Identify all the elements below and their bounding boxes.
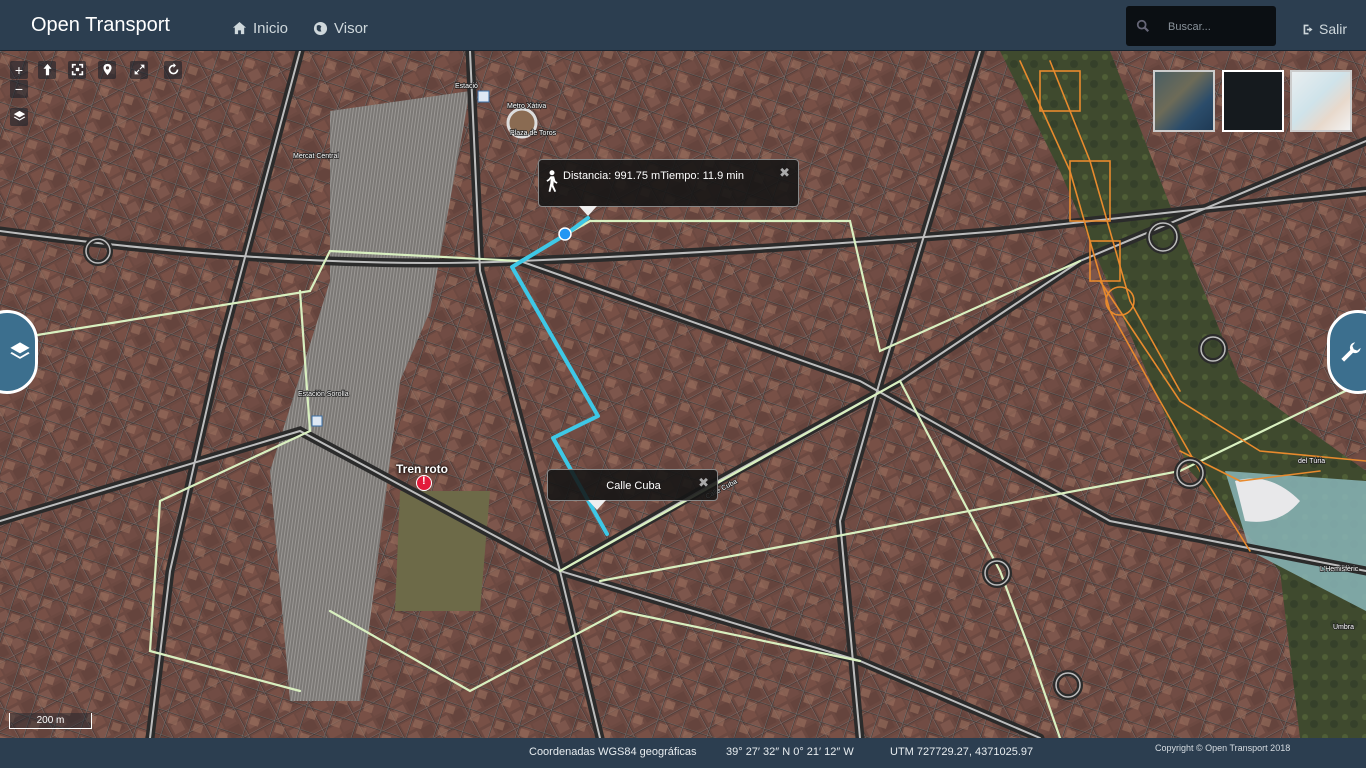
coords-value: 39° 27′ 32″ N 0° 21′ 12″ W — [726, 746, 854, 758]
close-icon[interactable]: ✖ — [698, 475, 709, 491]
street-label-4: Estación Sorolla — [298, 391, 349, 398]
route-info-popup: Distancia: 991.75 mTiempo: 11.9 min ✖ — [538, 159, 799, 216]
logout-label: Salir — [1319, 21, 1348, 37]
satellite-map[interactable]: Estació Metro Xàtiva Plaza de Toros Merc… — [0, 51, 1366, 738]
logout-button[interactable]: Salir — [1302, 21, 1347, 37]
expand-icon — [134, 64, 144, 75]
street-label-8: Umbra — [1333, 624, 1354, 631]
nav-viewer-label: Visor — [334, 20, 368, 37]
baselayer-dark-thumb[interactable] — [1222, 70, 1284, 132]
destination-popup: Calle Cuba ✖ — [547, 469, 718, 510]
street-label-7: L'Hemisfèric — [1320, 566, 1359, 573]
refresh-icon — [168, 63, 178, 75]
layers-icon — [10, 342, 30, 359]
copyright-text: Copyright © Open Transport 2018 — [1155, 743, 1291, 753]
extent-icon — [71, 63, 83, 76]
street-label-0: Estació — [455, 83, 478, 90]
street-label-3: Mercat Central — [293, 153, 339, 160]
home-icon — [232, 21, 247, 35]
close-icon[interactable]: ✖ — [779, 165, 790, 181]
destination-text: Calle Cuba — [606, 480, 661, 492]
layers-toggle-button[interactable] — [10, 108, 28, 126]
walking-person-icon — [546, 170, 558, 192]
tools-panel-tab[interactable] — [1327, 310, 1366, 394]
street-label-2: Plaza de Toros — [510, 130, 557, 137]
street-label-6: del Túria — [1298, 458, 1325, 465]
wrench-icon — [1341, 342, 1361, 362]
utm-value: UTM 727729.27, 4371025.97 — [890, 746, 1034, 758]
search-icon — [1136, 19, 1150, 33]
map-viewport[interactable]: Estació Metro Xàtiva Plaza de Toros Merc… — [0, 51, 1366, 738]
top-navbar: Open Transport Inicio Visor Salir — [0, 0, 1366, 51]
globe-icon — [313, 21, 328, 36]
street-label-1: Metro Xàtiva — [507, 103, 546, 110]
locate-button[interactable] — [98, 61, 116, 79]
incident-label: Tren roto — [396, 462, 449, 476]
search-box — [1126, 6, 1276, 46]
map-marker-icon — [102, 63, 112, 76]
layers-icon — [13, 110, 25, 121]
sign-out-icon — [1303, 24, 1313, 34]
incident-marker[interactable]: ! — [416, 475, 432, 491]
alert-icon: ! — [422, 475, 426, 487]
search-input[interactable] — [1166, 16, 1270, 38]
baselayer-satellite-thumb[interactable] — [1153, 70, 1215, 132]
status-footer: Coordenadas WGS84 geográficas 39° 27′ 32… — [0, 738, 1366, 768]
popup-pointer — [579, 206, 597, 216]
nav-home[interactable]: Inicio — [232, 20, 288, 37]
refresh-button[interactable] — [164, 61, 182, 79]
baselayer-street-thumb[interactable] — [1290, 70, 1352, 132]
scale-bar: 200 m — [9, 713, 92, 729]
popup-pointer — [588, 500, 606, 510]
extent-button[interactable] — [68, 61, 86, 79]
nav-home-label: Inicio — [253, 20, 289, 37]
zoom-in-button[interactable]: + — [10, 61, 28, 79]
fullscreen-button[interactable] — [130, 61, 148, 79]
brand-title[interactable]: Open Transport — [31, 14, 170, 37]
arrow-up-icon — [42, 63, 52, 76]
north-arrow-button[interactable] — [38, 61, 56, 79]
route-info-text: Distancia: 991.75 mTiempo: 11.9 min — [563, 170, 744, 182]
zoom-out-button[interactable]: − — [10, 80, 28, 98]
nav-viewer[interactable]: Visor — [313, 20, 368, 37]
coords-label: Coordenadas WGS84 geográficas — [529, 746, 697, 758]
